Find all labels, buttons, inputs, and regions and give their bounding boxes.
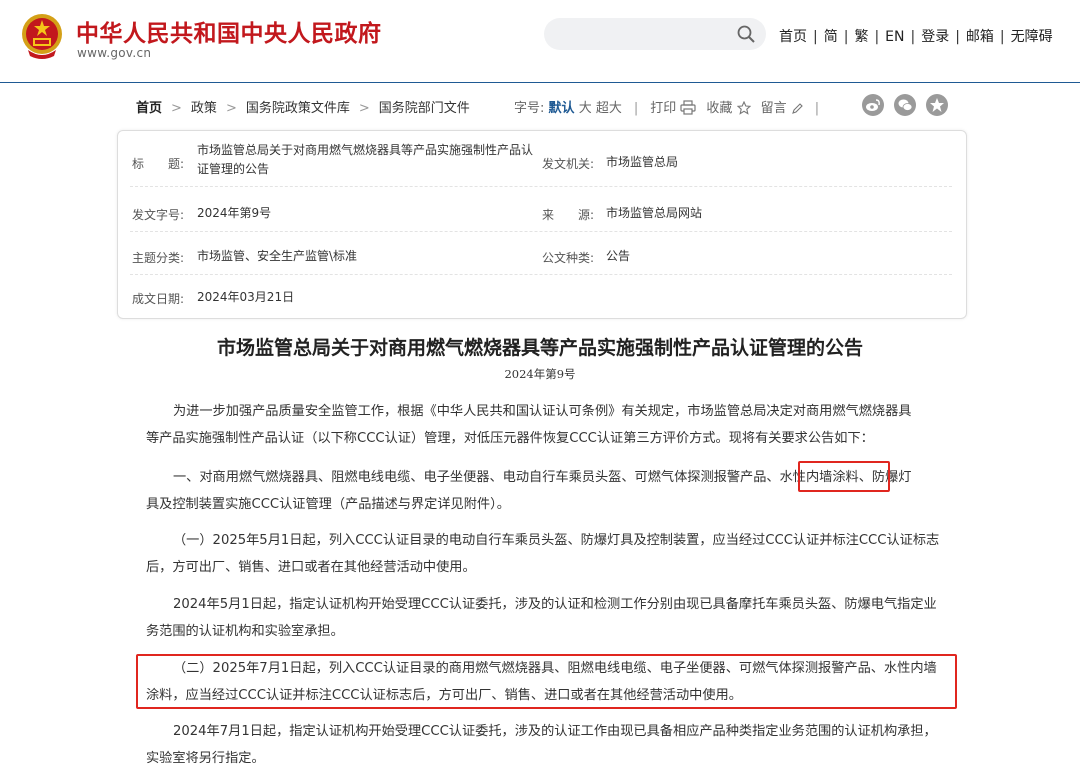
meta-docno-label: 发文字号: bbox=[132, 208, 185, 222]
paragraph-line: 务范围的认证机构和实验室承担。 bbox=[146, 624, 344, 639]
meta-source-label: 来 源: bbox=[542, 208, 595, 222]
meta-topic-value: 市场监管、安全生产监管\标准 bbox=[197, 249, 358, 263]
meta-date-label: 成文日期: bbox=[132, 292, 185, 306]
article-paragraph: 2024年5月1日起，指定认证机构开始受理CCC认证委托，涉及的认证和检测工作分… bbox=[146, 591, 946, 645]
nav-mail[interactable]: 邮箱 bbox=[966, 29, 994, 45]
comment-label: 留言 bbox=[760, 101, 787, 116]
highlight-box bbox=[136, 654, 957, 709]
pencil-icon bbox=[791, 103, 803, 114]
printer-icon bbox=[680, 100, 697, 115]
paragraph-text: 一、对商用燃气燃烧器具、阻燃电线电缆、电子坐便器、电动自行车乘员头盔、可燃气体探… bbox=[173, 470, 780, 485]
highlight-box bbox=[798, 461, 890, 492]
meta-issuer-label: 发文机关: bbox=[542, 157, 595, 171]
wechat-icon bbox=[898, 99, 913, 111]
qzone-icon bbox=[930, 98, 944, 112]
font-size-large[interactable]: 大 bbox=[579, 101, 592, 116]
weibo-share-button[interactable] bbox=[862, 94, 884, 116]
meta-type-value: 公告 bbox=[606, 249, 631, 263]
breadcrumb-home[interactable]: 首页 bbox=[136, 101, 162, 116]
paragraph-line: 2024年5月1日起，指定认证机构开始受理CCC认证委托，涉及的认证和检测工作分… bbox=[146, 591, 946, 618]
search-icon[interactable] bbox=[736, 24, 756, 44]
paragraph-line: 为进一步加强产品质量安全监管工作，根据《中华人民共和国认证认可条例》有关规定，市… bbox=[146, 398, 946, 425]
national-emblem-icon[interactable] bbox=[20, 12, 64, 60]
weibo-icon bbox=[866, 99, 880, 111]
meta-source-value: 市场监管总局网站 bbox=[606, 206, 703, 220]
site-header: 中华人民共和国中央人民政府 www.gov.cn 首页 | 简 | 繁 | EN | 登录 | 邮箱… bbox=[0, 0, 1080, 83]
article-paragraph: 2024年7月1日起，指定认证机构开始受理CCC认证委托，涉及的认证工作由现已具… bbox=[146, 718, 946, 772]
breadcrumb-department-docs[interactable]: 国务院部门文件 bbox=[379, 101, 470, 116]
breadcrumb-policy-library[interactable]: 国务院政策文件库 bbox=[246, 101, 350, 116]
nav-traditional[interactable]: 繁 bbox=[854, 29, 868, 45]
print-button[interactable]: 打印 bbox=[650, 100, 697, 116]
qzone-share-button[interactable] bbox=[926, 94, 948, 116]
chevron-right-icon: > bbox=[358, 101, 370, 116]
paragraph-text: 为进一步加强产品质量安全监管工作，根据《中华人民共和国认证认可条例》有关规定，市… bbox=[173, 404, 912, 419]
search-box[interactable] bbox=[544, 18, 766, 50]
site-title[interactable]: 中华人民共和国中央人民政府 bbox=[76, 14, 382, 48]
chevron-right-icon: > bbox=[171, 101, 182, 116]
favorite-button[interactable]: 收藏 bbox=[706, 100, 751, 116]
paragraph-text: 2024年5月1日起，指定认证机构开始受理CCC认证委托，涉及的认证和检测工作分… bbox=[173, 597, 937, 612]
meta-row-date: 成文日期: 2024年03月21日 bbox=[130, 275, 952, 315]
top-nav: 首页 | 简 | 繁 | EN | 登录 | 邮箱 | 无障碍 bbox=[779, 29, 1053, 45]
paragraph-line: 后，方可出厂、销售、进口或者在其他经营活动中使用。 bbox=[146, 560, 476, 575]
meta-row-title: 标 题: 市场监管总局关于对商用燃气燃烧器具等产品实施强制性产品认 证管理的公告… bbox=[130, 131, 952, 187]
wechat-share-button[interactable] bbox=[894, 94, 916, 116]
meta-topic-label: 主题分类: bbox=[132, 251, 185, 265]
meta-docno-value: 2024年第9号 bbox=[197, 206, 272, 220]
print-label: 打印 bbox=[650, 101, 677, 116]
article-paragraph: （一）2025年5月1日起，列入CCC认证目录的电动自行车乘员头盔、防爆灯具及控… bbox=[146, 527, 946, 581]
article-tools: 字号: 默认 大 超大 | 打印 收藏 留言 | bbox=[514, 100, 820, 116]
meta-title-label: 标 题: bbox=[132, 157, 185, 171]
meta-title-line: 市场监管总局关于对商用燃气燃烧器具等产品实施强制性产品认 bbox=[197, 143, 534, 157]
favorite-label: 收藏 bbox=[706, 101, 733, 116]
paragraph-line: （一）2025年5月1日起，列入CCC认证目录的电动自行车乘员头盔、防爆灯具及控… bbox=[146, 527, 946, 554]
article-title: 市场监管总局关于对商用燃气燃烧器具等产品实施强制性产品认证管理的公告 bbox=[216, 337, 863, 359]
star-icon bbox=[736, 100, 751, 115]
meta-title-line: 证管理的公告 bbox=[197, 162, 270, 176]
search-input[interactable] bbox=[558, 24, 732, 46]
font-size-default[interactable]: 默认 bbox=[549, 101, 575, 116]
nav-accessibility[interactable]: 无障碍 bbox=[1011, 29, 1053, 45]
site-domain: www.gov.cn bbox=[77, 46, 152, 60]
chevron-right-icon: > bbox=[225, 101, 237, 116]
meta-issuer-value: 市场监管总局 bbox=[606, 155, 679, 169]
meta-title-value: 市场监管总局关于对商用燃气燃烧器具等产品实施强制性产品认 证管理的公告 bbox=[197, 141, 537, 179]
paragraph-line: 实验室将另行指定。 bbox=[146, 751, 265, 766]
font-size-xlarge[interactable]: 超大 bbox=[596, 101, 622, 116]
article-number: 2024年第9号 bbox=[504, 367, 576, 381]
article-paragraph: 为进一步加强产品质量安全监管工作，根据《中华人民共和国认证认可条例》有关规定，市… bbox=[146, 398, 946, 452]
nav-simplified[interactable]: 简 bbox=[824, 29, 838, 45]
meta-type-label: 公文种类: bbox=[542, 251, 595, 265]
meta-row-docno: 发文字号: 2024年第9号 来 源: 市场监管总局网站 bbox=[130, 187, 952, 232]
paragraph-line: 具及控制装置实施CCC认证管理（产品描述与界定详见附件）。 bbox=[146, 497, 510, 512]
comment-button[interactable]: 留言 bbox=[761, 101, 803, 116]
paragraph-line: 等产品实施强制性产品认证（以下称CCC认证）管理，对低压元器件恢复CCC认证第三… bbox=[146, 431, 874, 446]
meta-date-value: 2024年03月21日 bbox=[197, 290, 295, 304]
nav-english[interactable]: EN bbox=[885, 29, 904, 45]
meta-row-topic: 主题分类: 市场监管、安全生产监管\标准 公文种类: 公告 bbox=[130, 232, 952, 275]
paragraph-text: （一）2025年5月1日起，列入CCC认证目录的电动自行车乘员头盔、防爆灯具及控… bbox=[173, 533, 940, 548]
document-meta-box: 标 题: 市场监管总局关于对商用燃气燃烧器具等产品实施强制性产品认 证管理的公告… bbox=[117, 130, 967, 319]
nav-home[interactable]: 首页 bbox=[779, 29, 807, 45]
font-size-label: 字号: bbox=[514, 101, 545, 116]
nav-login[interactable]: 登录 bbox=[921, 29, 949, 45]
paragraph-text: 2024年7月1日起，指定认证机构开始受理CCC认证委托，涉及的认证工作由现已具… bbox=[173, 724, 937, 739]
breadcrumb: 首页 > 政策 > 国务院政策文件库 > 国务院部门文件 bbox=[136, 97, 470, 116]
paragraph-line: 2024年7月1日起，指定认证机构开始受理CCC认证委托，涉及的认证工作由现已具… bbox=[146, 718, 946, 745]
breadcrumb-policy[interactable]: 政策 bbox=[191, 101, 217, 116]
